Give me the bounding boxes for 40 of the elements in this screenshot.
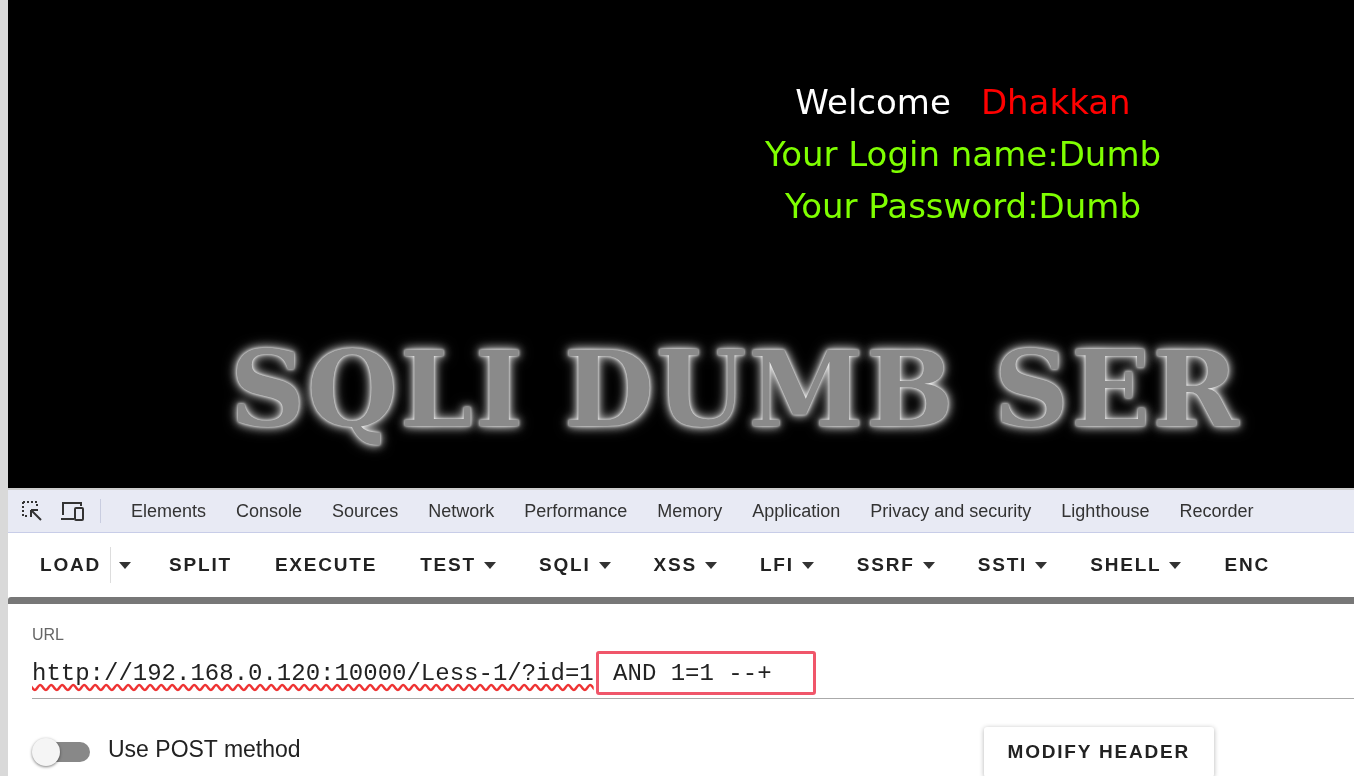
caret-icon xyxy=(1035,561,1048,569)
toolbar-button[interactable]: TEST xyxy=(408,546,508,584)
devtools-tab[interactable]: Console xyxy=(236,492,303,530)
caret-icon xyxy=(801,561,814,569)
toolbar-button[interactable]: SHELL xyxy=(1078,546,1194,584)
devtools-tab[interactable]: Network xyxy=(428,492,495,530)
caret-icon xyxy=(922,561,935,569)
caret-icon xyxy=(704,561,717,569)
toolbar-button[interactable]: SPLIT xyxy=(157,546,244,584)
device-toolbar-icon[interactable] xyxy=(60,500,86,522)
banner-title: SQLI DUMB SER xyxy=(230,328,1241,451)
password-text: Your Password:Dumb xyxy=(784,185,1142,228)
modify-header-button[interactable]: MODIFY HEADER xyxy=(983,727,1214,776)
devtools-tab[interactable]: Recorder xyxy=(1179,492,1254,530)
inspect-icon[interactable] xyxy=(20,499,44,523)
devtools-tab[interactable]: Sources xyxy=(332,492,399,530)
url-field[interactable]: http://192.168.0.120:10000/Less-1/?id=1 AND 1=1 --+ xyxy=(32,648,1354,699)
toolbar-button[interactable]: ENC xyxy=(1212,546,1282,584)
devtools-tab[interactable]: Lighthouse xyxy=(1061,492,1150,530)
user-name: Dhakkan xyxy=(980,81,1131,124)
toggle-label: Use POST method xyxy=(108,735,301,763)
welcome-label: Welcome xyxy=(795,81,951,124)
toolbar-button[interactable]: SSRF xyxy=(844,546,947,584)
devtools-tab[interactable]: Elements xyxy=(131,492,207,530)
devtools-tab[interactable]: Performance xyxy=(524,492,628,530)
login-name-text: Your Login name:Dumb xyxy=(764,133,1162,176)
url-label: URL xyxy=(32,626,65,644)
toolbar-button[interactable]: LFI xyxy=(747,546,826,584)
caret-icon xyxy=(119,561,132,569)
toolbar-button[interactable]: LOAD xyxy=(28,546,114,584)
devtools-tab[interactable]: Application xyxy=(752,492,841,530)
devtools-tab[interactable]: Privacy and security xyxy=(870,492,1032,530)
toolbar-button[interactable]: SSTI xyxy=(965,546,1060,584)
toolbar-button[interactable]: EXECUTE xyxy=(262,546,390,584)
toolbar-button[interactable]: XSS xyxy=(641,546,729,584)
toolbar-button[interactable]: SQLI xyxy=(527,546,623,584)
devtools-tab[interactable]: Memory xyxy=(657,492,723,530)
caret-icon xyxy=(598,561,611,569)
caret-icon xyxy=(484,561,496,569)
caret-icon xyxy=(1169,561,1182,569)
